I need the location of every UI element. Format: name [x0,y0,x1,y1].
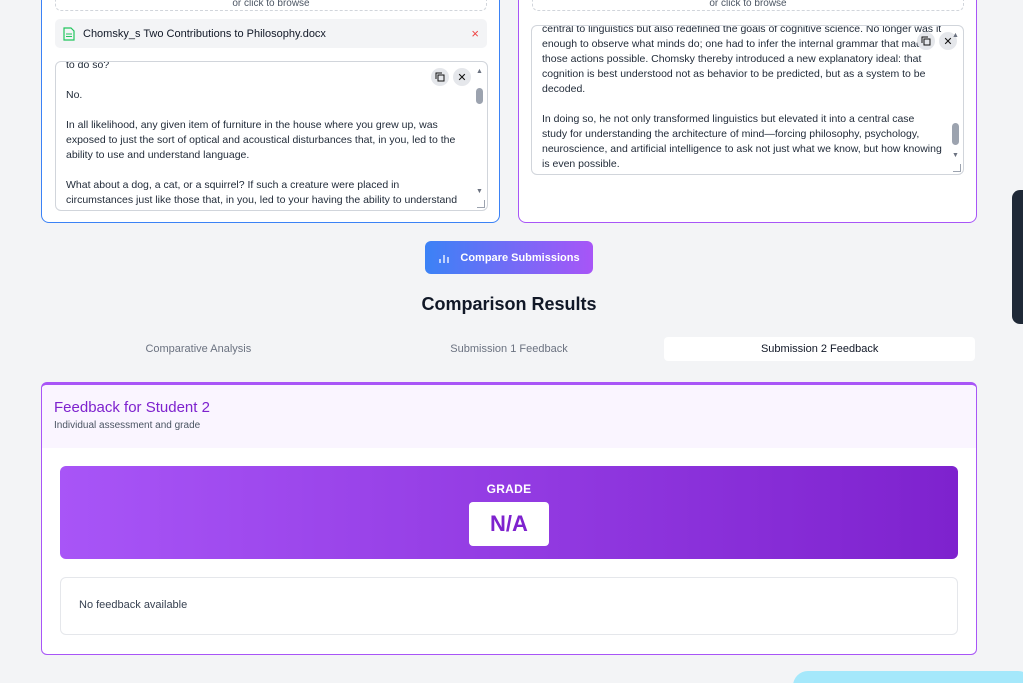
results-tabs: Comparative Analysis Submission 1 Feedba… [41,335,977,363]
remove-file-button[interactable]: × [471,26,479,41]
uploaded-file-chip: Chomsky_s Two Contributions to Philosoph… [55,19,487,48]
resize-handle[interactable] [477,200,485,208]
document-icon [63,26,75,41]
grade-value: N/A [469,502,549,546]
feedback-text: No feedback available [60,577,958,635]
submission-2-panel: or click to browse central to linguistic… [518,0,977,223]
scroll-up-icon[interactable]: ▲ [475,68,484,76]
bar-chart-icon [439,254,450,263]
scroll-thumb[interactable] [476,88,483,104]
clear-text-button[interactable]: ✕ [453,68,471,86]
compare-button-label: Compare Submissions [460,251,580,264]
scrollbar[interactable]: ▲ ▼ [475,66,484,196]
feedback-title: Feedback for Student 2 [54,399,210,416]
file-name: Chomsky_s Two Contributions to Philosoph… [83,27,326,40]
grade-label: GRADE [486,482,532,496]
submission-1-panel: or click to browse Chomsky_s Two Contrib… [41,0,500,223]
scrollbar[interactable]: ▲ ▼ [951,30,960,160]
scroll-down-icon[interactable]: ▼ [951,152,960,160]
copy-icon[interactable] [431,68,449,86]
results-title: Comparison Results [421,294,597,314]
tab-submission-1-feedback[interactable]: Submission 1 Feedback [354,337,665,361]
submission-2-text[interactable]: central to linguistics but also redefine… [542,26,942,172]
dropzone-text[interactable]: or click to browse [533,0,963,9]
side-widget[interactable] [1012,190,1023,324]
scroll-thumb[interactable] [952,123,959,145]
file-dropzone[interactable]: or click to browse [532,0,964,11]
file-dropzone[interactable]: or click to browse [55,0,487,11]
feedback-subtitle: Individual assessment and grade [54,420,201,431]
dropzone-text[interactable]: or click to browse [56,0,486,9]
feedback-header: Feedback for Student 2 Individual assess… [42,385,976,448]
compare-submissions-button[interactable]: Compare Submissions [425,241,593,274]
copy-icon[interactable] [917,32,935,50]
scroll-up-icon[interactable]: ▲ [951,32,960,40]
submission-1-text[interactable]: to do so? No. In all likelihood, any giv… [66,62,466,210]
textarea-actions: ✕ [431,68,471,86]
floating-action-pill[interactable] [793,671,1023,683]
scroll-down-icon[interactable]: ▼ [475,188,484,196]
tab-submission-2-feedback[interactable]: Submission 2 Feedback [664,337,976,361]
submission-2-textarea[interactable]: central to linguistics but also redefine… [531,25,964,175]
resize-handle[interactable] [953,164,961,172]
submission-1-textarea[interactable]: to do so? No. In all likelihood, any giv… [55,61,488,211]
grade-box: GRADE N/A [60,466,958,559]
feedback-card: Feedback for Student 2 Individual assess… [41,382,977,655]
tab-comparative-analysis[interactable]: Comparative Analysis [43,337,354,361]
